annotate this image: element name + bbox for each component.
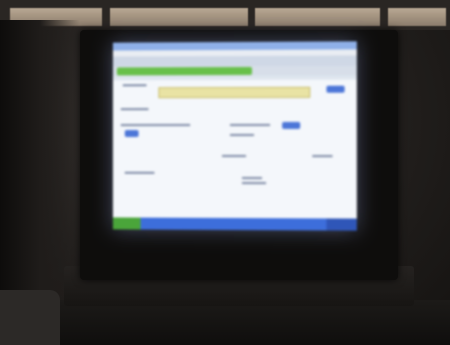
ceiling-light-panel bbox=[388, 8, 446, 26]
small-button bbox=[124, 130, 139, 137]
highlight-bar bbox=[158, 86, 311, 99]
text-line bbox=[120, 124, 191, 127]
text-line bbox=[241, 182, 267, 185]
taskbar bbox=[112, 217, 357, 231]
address-bar bbox=[116, 66, 253, 76]
text-line bbox=[230, 123, 271, 127]
ceiling-light-panel bbox=[110, 8, 248, 26]
start-button bbox=[112, 217, 141, 230]
floor bbox=[0, 300, 450, 345]
go-button bbox=[326, 85, 345, 93]
monitor-screen bbox=[112, 41, 357, 231]
text-line bbox=[120, 108, 149, 111]
text-line bbox=[241, 177, 263, 180]
system-tray bbox=[326, 218, 357, 231]
submit-button bbox=[282, 121, 301, 129]
foreground-object bbox=[0, 290, 60, 345]
text-line bbox=[230, 133, 255, 136]
text-line bbox=[124, 171, 155, 174]
page-content bbox=[112, 79, 357, 221]
text-line bbox=[222, 154, 247, 158]
text-line bbox=[312, 155, 333, 158]
ceiling-light-panel bbox=[255, 8, 380, 26]
text-line bbox=[122, 84, 147, 87]
